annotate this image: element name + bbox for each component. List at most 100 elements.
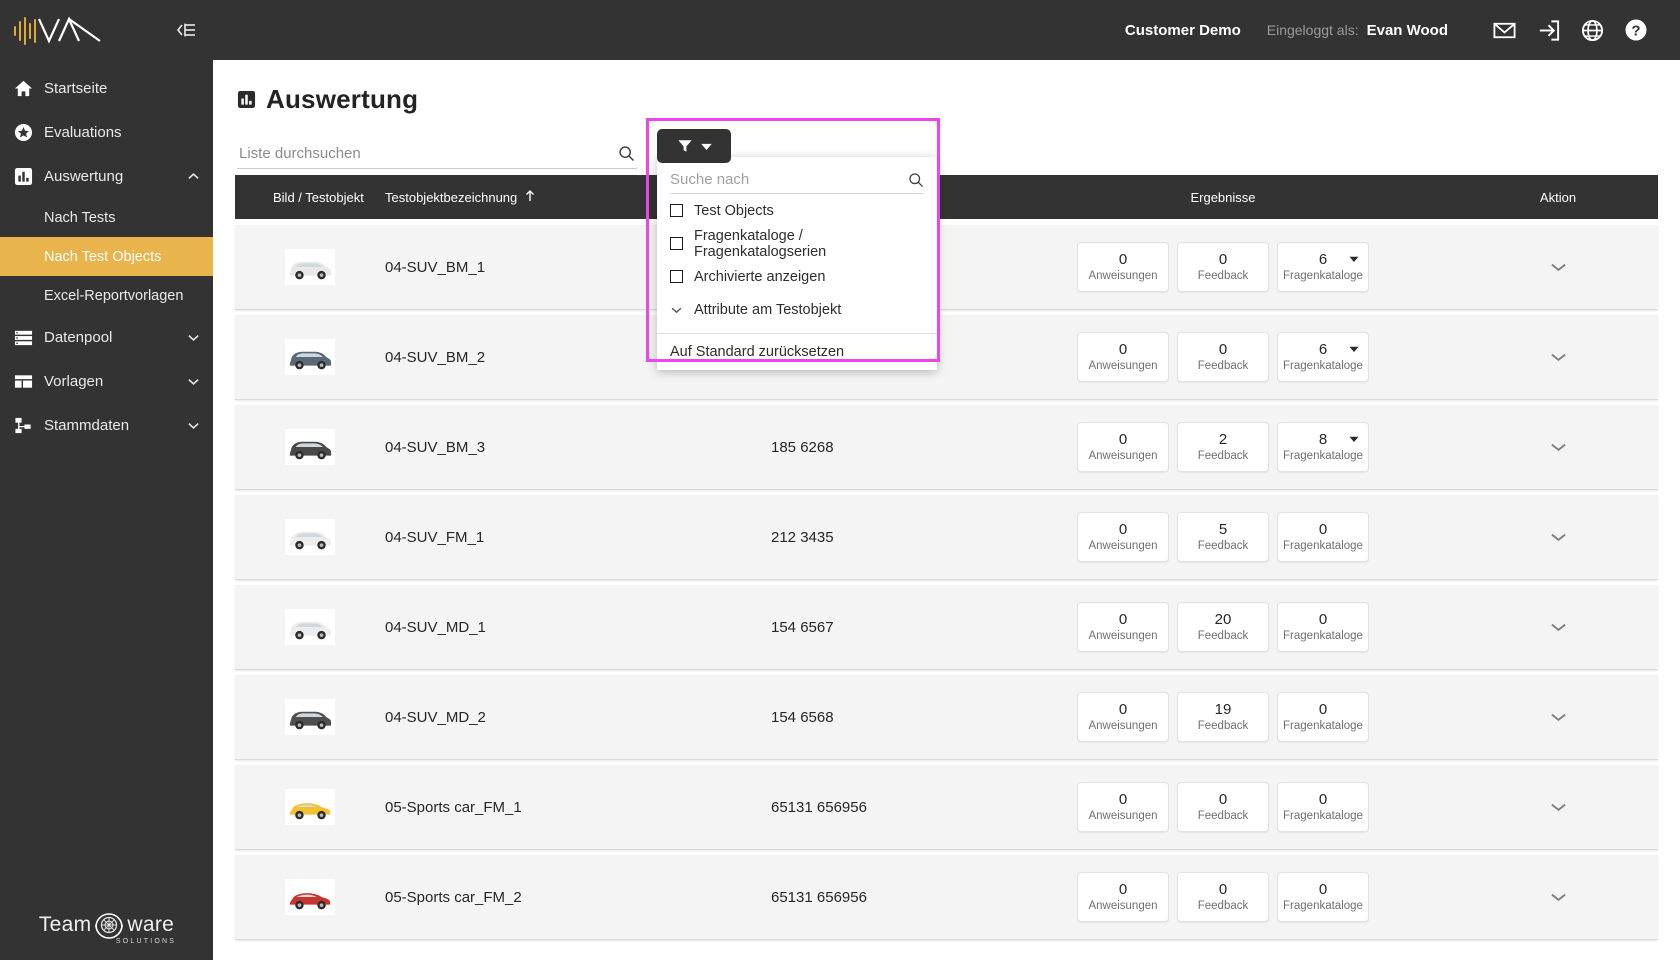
sidebar-item-vorlagen[interactable]: Vorlagen: [0, 359, 213, 403]
sidebar-item-auswertung[interactable]: Auswertung: [0, 154, 213, 198]
badge-anweisungen[interactable]: 0 Anweisungen: [1077, 242, 1169, 292]
filter-option-test-objects[interactable]: Test Objects: [657, 194, 937, 227]
app-logo[interactable]: [12, 13, 104, 47]
sidebar-item-stammdaten[interactable]: Stammdaten: [0, 403, 213, 447]
checkbox-icon[interactable]: [670, 204, 683, 217]
globe-icon: [1581, 19, 1603, 41]
filter-option-fragenkataloge[interactable]: Fragenkataloge / Fragenkatalogserien: [657, 227, 937, 260]
badge-feedback[interactable]: 0 Feedback: [1177, 872, 1269, 922]
expand-row-button[interactable]: [1550, 622, 1567, 632]
badge-anweisungen[interactable]: 0 Anweisungen: [1077, 512, 1169, 562]
filter-reset-button[interactable]: Auf Standard zurücksetzen: [657, 334, 937, 370]
checkbox-icon[interactable]: [670, 237, 683, 250]
badge-value: 0: [1218, 250, 1228, 268]
table-row[interactable]: 04-SUV_FM_1 212 3435 0 Anweisungen 5 Fee…: [235, 495, 1658, 580]
badge-feedback[interactable]: 2 Feedback: [1177, 422, 1269, 472]
badge-anweisungen[interactable]: 0 Anweisungen: [1077, 332, 1169, 382]
expand-row-button[interactable]: [1550, 352, 1567, 362]
search-input[interactable]: [239, 145, 599, 162]
test-object-number: 154 6568: [771, 708, 834, 726]
test-object-thumbnail: [285, 519, 335, 555]
sidebar-subitem-label: Nach Test Objects: [44, 248, 162, 265]
main-area: Customer Demo Eingeloggt als: Evan Wood: [213, 0, 1680, 960]
test-object-number: 65131 656956: [771, 798, 867, 816]
filter-button[interactable]: [657, 129, 731, 163]
badge-feedback[interactable]: 20 Feedback: [1177, 602, 1269, 652]
filter-search-input[interactable]: [670, 171, 885, 188]
caret-down-icon[interactable]: [1349, 346, 1359, 352]
sidebar-item-nach-test-objects[interactable]: Nach Test Objects: [0, 237, 213, 276]
mail-button[interactable]: [1482, 18, 1526, 43]
badge-caption: Feedback: [1197, 720, 1249, 733]
row-action-cell: [1458, 352, 1658, 362]
expand-row-button[interactable]: [1550, 892, 1567, 902]
table-body: 04-SUV_BM_1 185 6266 0 Anweisungen 0 Fee…: [235, 225, 1658, 940]
expand-row-button[interactable]: [1550, 262, 1567, 272]
badge-caption: Feedback: [1197, 540, 1249, 553]
row-thumbnail-cell: [235, 789, 385, 825]
badge-feedback[interactable]: 19 Feedback: [1177, 692, 1269, 742]
filter-option-attribute-am-testobjekt[interactable]: Attribute am Testobjekt: [657, 293, 937, 326]
sidebar-item-nach-tests[interactable]: Nach Tests: [0, 198, 213, 237]
toolbar-row: Test Objects Fragenkataloge / Fragenkata…: [235, 118, 1658, 370]
badge-caption: Fragenkataloge: [1283, 900, 1363, 913]
sidebar-item-evaluations[interactable]: Evaluations: [0, 110, 213, 154]
expand-row-button[interactable]: [1550, 802, 1567, 812]
badge-fragenkataloge[interactable]: 0 Fragenkataloge: [1277, 692, 1369, 742]
badge-feedback[interactable]: 0 Feedback: [1177, 332, 1269, 382]
filter-option-archivierte-anzeigen[interactable]: Archivierte anzeigen: [657, 260, 937, 293]
filter-option-label: Test Objects: [694, 202, 774, 219]
caret-down-icon[interactable]: [1349, 256, 1359, 262]
badge-fragenkataloge[interactable]: 0 Fragenkataloge: [1277, 782, 1369, 832]
expand-row-button[interactable]: [1550, 712, 1567, 722]
expand-row-button[interactable]: [1550, 442, 1567, 452]
table-row[interactable]: 04-SUV_BM_3 185 6268 0 Anweisungen 2 Fee…: [235, 405, 1658, 490]
badge-fragenkataloge[interactable]: 0 Fragenkataloge: [1277, 512, 1369, 562]
row-thumbnail-cell: [235, 519, 385, 555]
badge-fragenkataloge[interactable]: 6 Fragenkataloge: [1277, 332, 1369, 382]
logout-button[interactable]: [1526, 18, 1570, 43]
caret-down-icon[interactable]: [1349, 436, 1359, 442]
expand-row-button[interactable]: [1550, 532, 1567, 542]
badge-fragenkataloge[interactable]: 6 Fragenkataloge: [1277, 242, 1369, 292]
badge-fragenkataloge[interactable]: 8 Fragenkataloge: [1277, 422, 1369, 472]
language-button[interactable]: [1570, 18, 1614, 43]
sidebar-item-datenpool[interactable]: Datenpool: [0, 315, 213, 359]
sidebar-item-excel-reportvorlagen[interactable]: Excel-Reportvorlagen: [0, 276, 213, 315]
table-row[interactable]: 04-SUV_MD_1 154 6567 0 Anweisungen 20 Fe…: [235, 585, 1658, 670]
chevron-down-icon: [187, 377, 213, 386]
sidebar-item-startseite[interactable]: Startseite: [0, 66, 213, 110]
row-number-cell: 185 6268: [765, 439, 988, 456]
table-row[interactable]: 05-Sports car_FM_2 65131 656956 0 Anweis…: [235, 855, 1658, 940]
sort-asc-arrow-icon: [525, 189, 535, 202]
table-row[interactable]: 05-Sports car_FM_1 65131 656956 0 Anweis…: [235, 765, 1658, 850]
table-row[interactable]: 04-SUV_BM_2 185 6267 0 Anweisungen 0 Fee…: [235, 315, 1658, 400]
badge-anweisungen[interactable]: 0 Anweisungen: [1077, 422, 1169, 472]
badge-value: 5: [1218, 520, 1228, 538]
badge-feedback[interactable]: 5 Feedback: [1177, 512, 1269, 562]
badge-value: 6: [1318, 250, 1328, 268]
badge-anweisungen[interactable]: 0 Anweisungen: [1077, 872, 1169, 922]
filter-search-field[interactable]: [657, 163, 937, 194]
badge-anweisungen[interactable]: 0 Anweisungen: [1077, 692, 1169, 742]
badge-value: 0: [1318, 610, 1328, 628]
badge-feedback[interactable]: 0 Feedback: [1177, 242, 1269, 292]
collapse-sidebar-button[interactable]: [175, 21, 197, 39]
help-button[interactable]: ?: [1614, 17, 1658, 43]
table-row[interactable]: 04-SUV_BM_1 185 6266 0 Anweisungen 0 Fee…: [235, 225, 1658, 310]
badge-anweisungen[interactable]: 0 Anweisungen: [1077, 782, 1169, 832]
checkbox-icon[interactable]: [670, 270, 683, 283]
test-object-number: 65131 656956: [771, 888, 867, 906]
chevron-up-icon: [187, 172, 213, 181]
badge-anweisungen[interactable]: 0 Anweisungen: [1077, 602, 1169, 652]
row-results-cell: 0 Anweisungen 0 Feedback 6 Fragenkatalog…: [988, 242, 1458, 292]
badge-feedback[interactable]: 0 Feedback: [1177, 782, 1269, 832]
badge-fragenkataloge[interactable]: 0 Fragenkataloge: [1277, 602, 1369, 652]
column-header-image[interactable]: Bild / Testobjekt: [235, 190, 385, 205]
badge-fragenkataloge[interactable]: 0 Fragenkataloge: [1277, 872, 1369, 922]
table-row[interactable]: 04-SUV_MD_2 154 6568 0 Anweisungen 19 Fe…: [235, 675, 1658, 760]
row-action-cell: [1458, 442, 1658, 452]
badge-value: 0: [1118, 520, 1128, 538]
list-search-field[interactable]: [237, 145, 637, 169]
hierarchy-icon: [14, 416, 44, 435]
